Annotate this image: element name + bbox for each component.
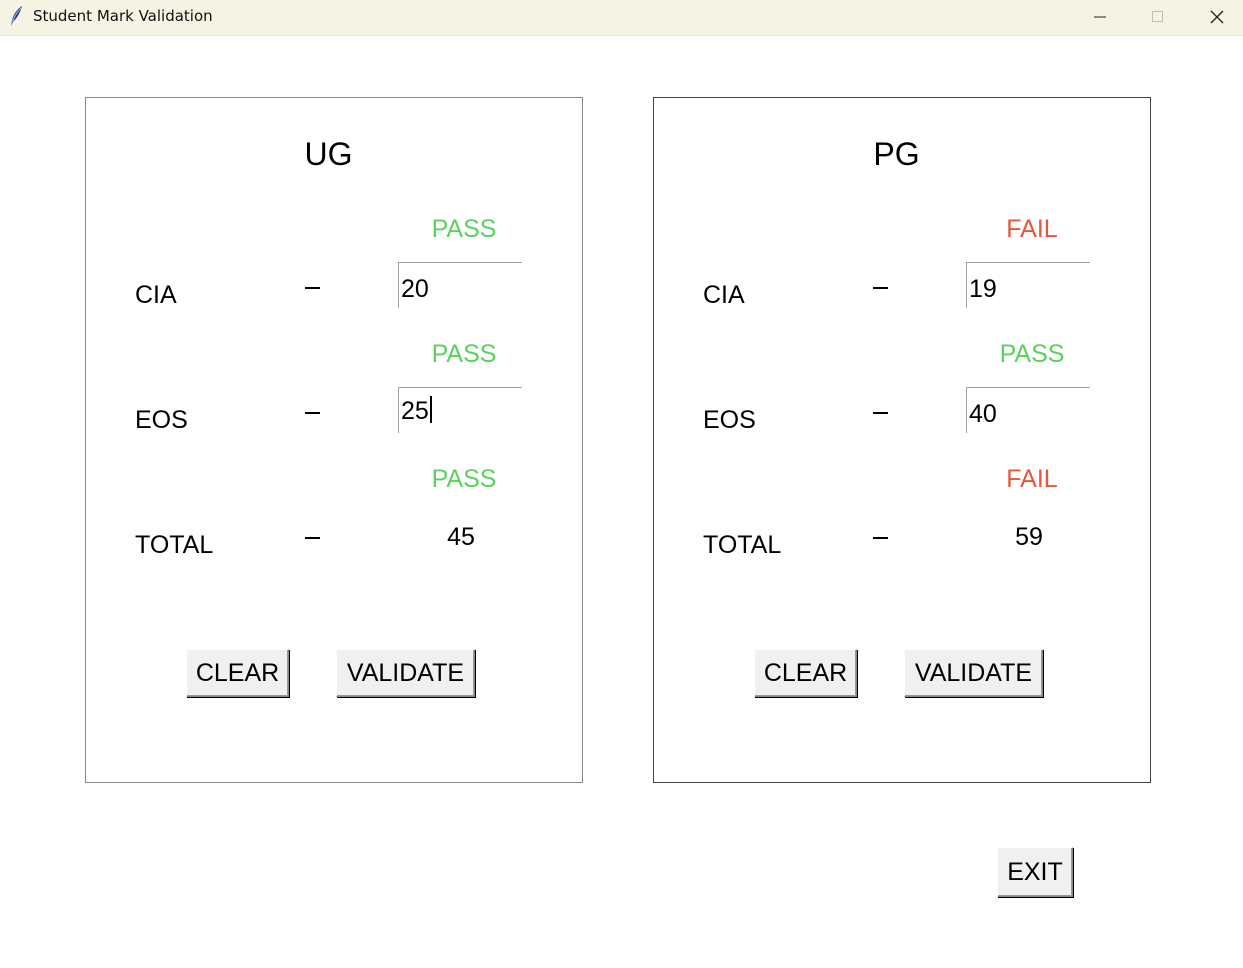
feather-icon (9, 5, 25, 27)
pg-eos-dash (873, 412, 888, 414)
window-title: Student Mark Validation (33, 7, 213, 25)
ug-total-dash (305, 537, 320, 539)
ug-cia-dash (305, 287, 320, 289)
ug-validate-button[interactable]: VALIDATE (336, 649, 475, 697)
pg-title: PG (873, 136, 920, 172)
pg-validate-button[interactable]: VALIDATE (904, 649, 1043, 697)
pg-clear-button[interactable]: CLEAR (754, 649, 857, 697)
ug-total-value: 45 (447, 523, 475, 551)
pg-cia-label: CIA (703, 281, 745, 309)
ug-eos-input[interactable]: 25 (398, 387, 522, 433)
pg-cia-input[interactable] (966, 262, 1090, 308)
ug-eos-label: EOS (135, 406, 188, 434)
pg-eos-input[interactable] (966, 387, 1090, 433)
pg-total-dash (873, 537, 888, 539)
pg-panel: PG FAIL CIA PASS EOS FAIL TOTAL 59 CLEAR… (653, 97, 1151, 783)
pg-total-label: TOTAL (703, 531, 782, 559)
ug-total-label: TOTAL (135, 531, 214, 559)
text-cursor (429, 396, 432, 423)
ug-clear-button[interactable]: CLEAR (186, 649, 289, 697)
pg-total-value: 59 (1015, 523, 1043, 551)
minimize-icon (1094, 16, 1106, 17)
minimize-button[interactable] (1071, 0, 1129, 33)
ug-title: UG (304, 136, 353, 172)
ug-cia-status: PASS (431, 215, 497, 243)
pg-cia-status: FAIL (1006, 215, 1058, 243)
ug-eos-input-value: 25 (401, 397, 429, 425)
exit-button[interactable]: EXIT (997, 847, 1073, 897)
close-icon (1210, 10, 1224, 23)
ug-cia-label: CIA (135, 281, 177, 309)
pg-eos-label: EOS (703, 406, 756, 434)
maximize-icon (1152, 10, 1163, 22)
ug-panel: UG PASS CIA PASS EOS 25 PASS TOTAL 45 CL… (85, 97, 583, 783)
title-bar: Student Mark Validation (0, 0, 1243, 36)
maximize-button[interactable] (1129, 0, 1187, 33)
ug-total-status: PASS (431, 465, 497, 493)
pg-eos-status: PASS (999, 340, 1065, 368)
ug-eos-status: PASS (431, 340, 497, 368)
ug-eos-dash (305, 412, 320, 414)
close-button[interactable] (1188, 0, 1243, 33)
ug-cia-input[interactable] (398, 262, 522, 308)
pg-cia-dash (873, 287, 888, 289)
pg-total-status: FAIL (1006, 465, 1058, 493)
